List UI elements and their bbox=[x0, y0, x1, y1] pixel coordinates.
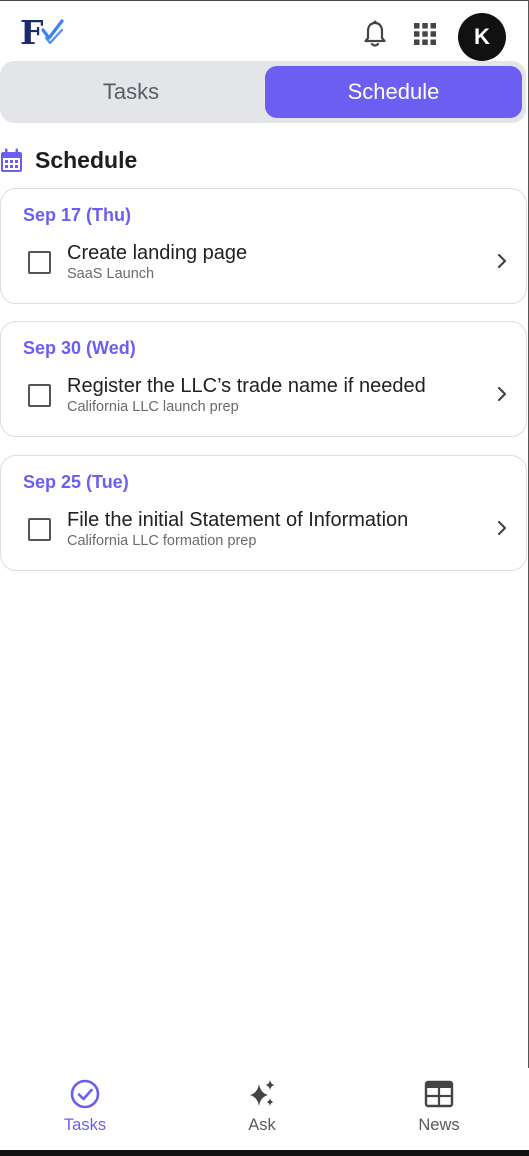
task-checkbox[interactable] bbox=[28, 251, 51, 274]
view-tab-bar: Tasks Schedule bbox=[0, 61, 526, 123]
bottom-navigation: Tasks Ask News bbox=[0, 1068, 529, 1150]
task-project: California LLC formation prep bbox=[67, 533, 257, 549]
notifications-button[interactable] bbox=[360, 19, 390, 49]
nav-tasks-label: Tasks bbox=[63, 1116, 107, 1134]
schedule-date: Sep 17 (Thu) bbox=[23, 205, 132, 225]
nav-ask[interactable]: Ask bbox=[212, 1078, 312, 1135]
apps-button[interactable] bbox=[410, 19, 440, 49]
bell-icon bbox=[364, 20, 386, 47]
sparkles-icon bbox=[250, 1080, 275, 1106]
window-bottom-edge bbox=[0, 1150, 529, 1156]
task-project: SaaS Launch bbox=[67, 266, 155, 282]
nav-tasks[interactable]: Tasks bbox=[35, 1078, 135, 1135]
nav-news-label: News bbox=[418, 1116, 460, 1134]
task-title: Create landing page bbox=[67, 242, 248, 264]
nav-ask-label: Ask bbox=[248, 1116, 276, 1134]
section-header: Schedule bbox=[0, 144, 137, 176]
schedule-date: Sep 25 (Tue) bbox=[23, 472, 129, 492]
schedule-card[interactable]: Sep 30 (Wed) Register the LLC’s trade na… bbox=[0, 321, 527, 437]
task-project: California LLC launch prep bbox=[67, 399, 239, 415]
chevron-right-icon[interactable] bbox=[495, 519, 509, 537]
top-app-bar: F K bbox=[0, 1, 529, 61]
user-avatar[interactable]: K bbox=[458, 13, 506, 61]
task-title: Register the LLC’s trade name if needed bbox=[67, 375, 426, 397]
schedule-card[interactable]: Sep 17 (Thu) Create landing page SaaS La… bbox=[0, 188, 527, 304]
task-checkbox[interactable] bbox=[28, 384, 51, 407]
chevron-right-icon[interactable] bbox=[495, 252, 509, 270]
apps-grid-icon bbox=[414, 23, 436, 45]
task-title: File the initial Statement of Informatio… bbox=[67, 509, 409, 531]
logo-check-icon bbox=[41, 19, 64, 45]
schedule-card[interactable]: Sep 25 (Tue) File the initial Statement … bbox=[0, 455, 527, 571]
task-checkbox[interactable] bbox=[28, 518, 51, 541]
tab-tasks[interactable]: Tasks bbox=[0, 66, 262, 118]
newspaper-icon bbox=[424, 1080, 454, 1108]
chevron-right-icon[interactable] bbox=[495, 385, 509, 403]
calendar-icon bbox=[1, 148, 22, 172]
section-title: Schedule bbox=[35, 146, 138, 173]
nav-news[interactable]: News bbox=[389, 1078, 489, 1135]
tab-schedule[interactable]: Schedule bbox=[265, 66, 522, 118]
check-circle-icon bbox=[70, 1079, 100, 1109]
schedule-date: Sep 30 (Wed) bbox=[23, 338, 136, 358]
app-logo[interactable]: F bbox=[18, 14, 68, 60]
